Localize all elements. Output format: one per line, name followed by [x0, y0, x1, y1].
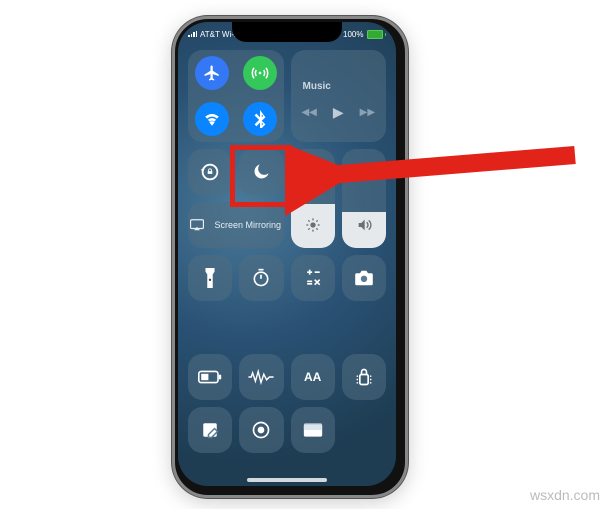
camera-button[interactable] [342, 255, 386, 301]
brightness-icon [305, 217, 321, 238]
flashlight-button[interactable] [188, 255, 232, 301]
screen-mirroring-button[interactable]: Screen Mirroring [188, 202, 284, 248]
connectivity-panel [188, 50, 284, 142]
brightness-slider[interactable] [291, 149, 335, 248]
phone-screen: AT&T Wi-Fi 100% [178, 22, 396, 486]
phone-device: AT&T Wi-Fi 100% [172, 16, 408, 498]
cellular-data-toggle[interactable] [243, 56, 277, 90]
slider-pair [291, 149, 387, 248]
screen-mirroring-label: Screen Mirroring [214, 220, 281, 230]
wifi-toggle[interactable] [195, 102, 229, 136]
guided-access-button[interactable] [342, 354, 386, 400]
home-indicator[interactable] [247, 478, 327, 482]
music-play[interactable]: ▶ [333, 104, 344, 121]
utility-row-1 [188, 255, 386, 301]
volume-slider[interactable] [342, 149, 386, 248]
music-title: Music [303, 81, 331, 92]
timer-button[interactable] [239, 255, 283, 301]
voice-memos-button[interactable] [239, 354, 283, 400]
airplane-mode-toggle[interactable] [195, 56, 229, 90]
watermark: wsxdn.com [530, 487, 600, 503]
music-panel[interactable]: Music ◀◀ ▶ ▶▶ [291, 50, 387, 142]
control-center: Music ◀◀ ▶ ▶▶ [188, 50, 386, 476]
utility-row-3 [188, 407, 386, 453]
notch [232, 22, 342, 42]
music-prev[interactable]: ◀◀ [301, 107, 316, 118]
text-size-glyph: AA [304, 370, 321, 384]
music-next[interactable]: ▶▶ [360, 107, 375, 118]
volume-icon [356, 217, 372, 238]
rotation-lock-toggle[interactable] [188, 149, 232, 195]
battery-icon [367, 30, 387, 39]
low-power-button[interactable] [188, 354, 232, 400]
battery-pct: 100% [343, 30, 363, 39]
screen-recording-button[interactable] [239, 407, 283, 453]
bluetooth-toggle[interactable] [243, 102, 277, 136]
callout-highlight-box [230, 145, 292, 207]
calculator-button[interactable] [291, 255, 335, 301]
text-size-button[interactable]: AA [291, 354, 335, 400]
wallet-button[interactable] [291, 407, 335, 453]
signal-icon [188, 31, 197, 38]
screen-mirroring-icon [190, 219, 204, 231]
notes-button[interactable] [188, 407, 232, 453]
utility-row-2: AA [188, 354, 386, 400]
